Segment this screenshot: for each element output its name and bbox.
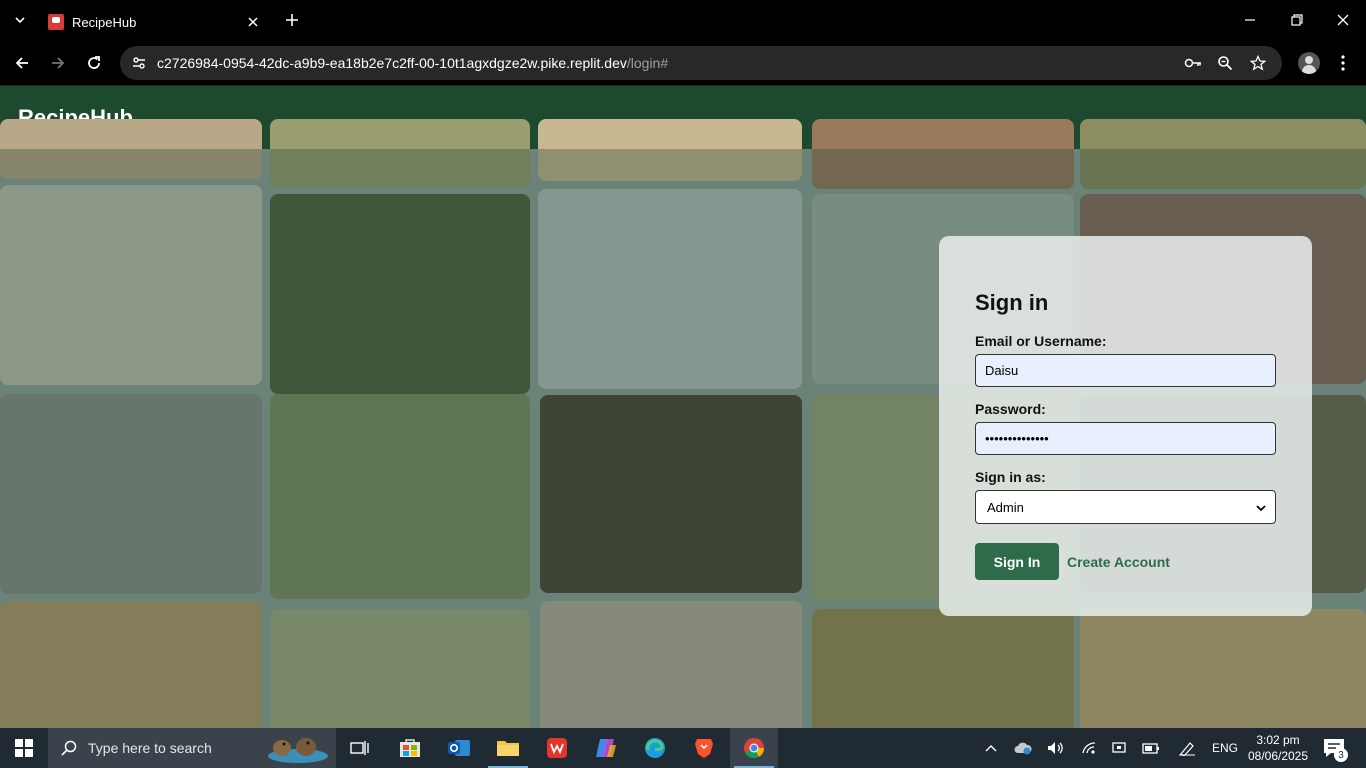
reload-icon[interactable]	[82, 51, 106, 75]
zoom-icon[interactable]	[1216, 54, 1234, 72]
windows-start-icon[interactable]	[0, 728, 48, 768]
outlook-icon[interactable]	[435, 728, 483, 768]
search-icon	[60, 739, 78, 757]
volume-icon[interactable]	[1046, 739, 1064, 757]
restore-icon[interactable]	[1285, 8, 1309, 32]
windows-taskbar: Type here to search ENG 3:02 pm 08/06/20…	[0, 728, 1366, 768]
password-label: Password:	[975, 401, 1046, 417]
email-label: Email or Username:	[975, 333, 1107, 349]
clock-time: 3:02 pm	[1256, 733, 1300, 747]
bookmark-star-icon[interactable]	[1249, 54, 1267, 72]
login-title: Sign in	[975, 290, 1049, 315]
chevron-down-icon	[1255, 502, 1267, 514]
tab-list-chevron-icon[interactable]	[10, 10, 30, 30]
file-explorer-icon[interactable]	[484, 728, 532, 768]
role-label: Sign in as:	[975, 469, 1046, 485]
search-placeholder: Type here to search	[88, 740, 212, 756]
minimize-icon[interactable]	[1238, 8, 1262, 32]
wps-office-icon[interactable]	[533, 728, 581, 768]
input-language[interactable]: ENG	[1212, 741, 1238, 755]
browser-tab[interactable]: RecipeHub	[40, 4, 268, 40]
url-host: c2726984-0954-42dc-a9b9-ea18b2e7c2ff-00-…	[157, 55, 627, 71]
chrome-icon[interactable]	[730, 728, 778, 768]
browser-toolbar: c2726984-0954-42dc-a9b9-ea18b2e7c2ff-00-…	[0, 40, 1366, 86]
password-key-icon[interactable]	[1184, 54, 1202, 72]
url-text: c2726984-0954-42dc-a9b9-ea18b2e7c2ff-00-…	[157, 55, 668, 71]
address-bar[interactable]: c2726984-0954-42dc-a9b9-ea18b2e7c2ff-00-…	[120, 46, 1282, 80]
email-field[interactable]: Daisu	[975, 354, 1276, 387]
web-page: RecipeHub Sign in Email or Username: Dai…	[0, 86, 1366, 728]
create-account-link[interactable]: Create Account	[1067, 554, 1170, 570]
password-field[interactable]: ••••••••••••••	[975, 422, 1276, 455]
food-collage-background: Sign in Email or Username: Daisu Passwor…	[0, 119, 1366, 728]
close-window-icon[interactable]	[1331, 8, 1355, 32]
recipehub-favicon-icon	[48, 14, 64, 30]
role-selected-value: Admin	[987, 499, 1024, 515]
taskbar-search-box[interactable]: Type here to search	[48, 728, 336, 768]
more-menu-icon[interactable]	[1333, 51, 1353, 75]
search-highlight-art-icon	[268, 738, 328, 763]
task-view-icon[interactable]	[336, 728, 384, 768]
show-hidden-icons-chevron-icon[interactable]	[982, 739, 1000, 757]
site-settings-icon[interactable]	[130, 54, 148, 72]
new-tab-plus-icon[interactable]	[282, 10, 302, 30]
forward-arrow-icon[interactable]	[46, 51, 70, 75]
system-clock[interactable]: 3:02 pm 08/06/2025	[1246, 732, 1310, 764]
copilot-icon[interactable]	[582, 728, 630, 768]
sign-in-button[interactable]: Sign In	[975, 543, 1059, 580]
clock-date: 08/06/2025	[1247, 749, 1309, 763]
pen-workspace-icon[interactable]	[1178, 739, 1196, 757]
display-project-icon[interactable]	[1110, 739, 1128, 757]
tab-title: RecipeHub	[72, 14, 137, 30]
edge-icon[interactable]	[631, 728, 679, 768]
brave-icon[interactable]	[680, 728, 728, 768]
tab-close-icon[interactable]	[244, 13, 262, 31]
profile-avatar-icon[interactable]	[1298, 52, 1320, 74]
microsoft-store-icon[interactable]	[386, 728, 434, 768]
battery-icon[interactable]	[1142, 739, 1160, 757]
wifi-icon[interactable]	[1080, 739, 1098, 757]
notification-count-badge: 3	[1334, 748, 1348, 762]
back-arrow-icon[interactable]	[10, 51, 34, 75]
role-select[interactable]: Admin	[975, 490, 1276, 524]
url-path: /login#	[626, 55, 669, 71]
login-card: Sign in Email or Username: Daisu Passwor…	[939, 236, 1312, 616]
browser-tab-bar: RecipeHub	[0, 0, 1366, 40]
onedrive-cloud-icon[interactable]	[1014, 739, 1032, 757]
